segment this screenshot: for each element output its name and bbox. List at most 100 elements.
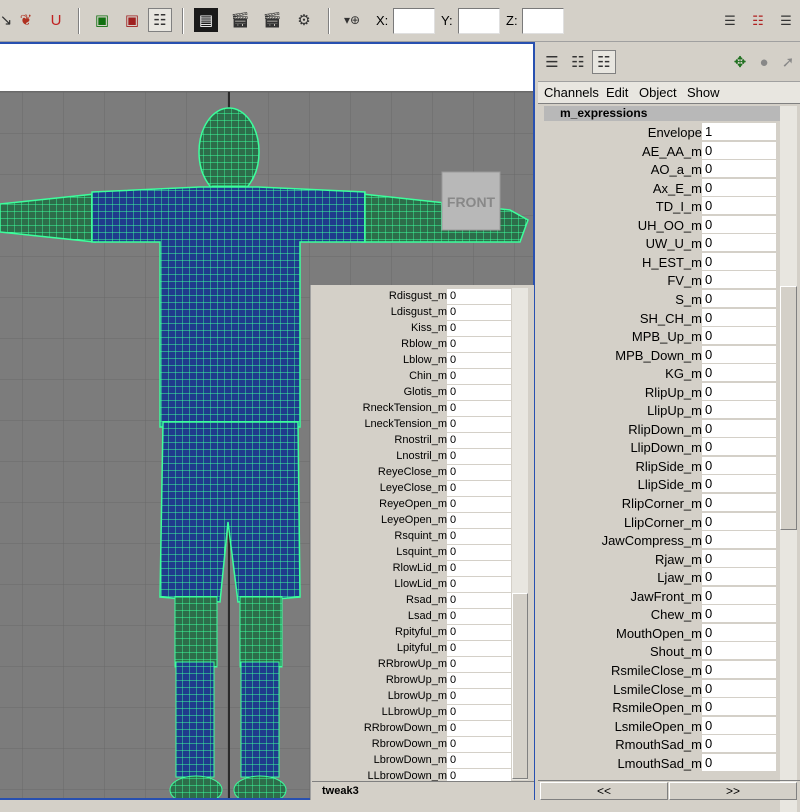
tweak-channel-row[interactable]: Lsad_m 0 <box>311 609 511 625</box>
channel-row[interactable]: TD_I_m 0 <box>538 197 778 215</box>
channel-row[interactable]: RlipSide_m 0 <box>538 456 778 475</box>
clapper-settings-icon[interactable]: ⚙ <box>292 8 316 32</box>
tweak-channel-value[interactable]: 0 <box>447 609 511 624</box>
channel-value[interactable]: 0 <box>702 568 776 586</box>
attribute-editor-icon[interactable]: ☰ <box>718 8 742 32</box>
channel-value[interactable]: 0 <box>702 679 776 697</box>
tweak-channel-value[interactable]: 0 <box>447 449 511 464</box>
channel-box-scrollbar[interactable] <box>780 106 797 812</box>
tweak-node-label[interactable]: tweak3 <box>312 781 534 800</box>
channel-value[interactable]: 0 <box>702 141 776 159</box>
tweak-channel-row[interactable]: LLbrowUp_m 0 <box>311 705 511 721</box>
tweak-channel-row[interactable]: LbrowDown_m 0 <box>311 753 511 769</box>
channel-row[interactable]: RlipDown_m 0 <box>538 419 778 438</box>
channel-value[interactable]: 0 <box>702 308 776 326</box>
channel-value[interactable]: 0 <box>702 382 776 400</box>
tweak-channel-row[interactable]: RlowLid_m 0 <box>311 561 511 577</box>
tweak-channel-row[interactable]: ReyeClose_m 0 <box>311 465 511 481</box>
channel-value[interactable]: 0 <box>702 327 776 345</box>
channel-value[interactable]: 0 <box>702 252 776 270</box>
sphere-icon[interactable]: ● <box>752 50 776 74</box>
tweak-channel-row[interactable]: ReyeOpen_m 0 <box>311 497 511 513</box>
clapper-ipr-icon[interactable]: 🎬︎ <box>228 8 252 32</box>
select-marker-icon[interactable]: ▾⊕ <box>340 8 364 32</box>
tweak-channel-value[interactable]: 0 <box>447 529 511 544</box>
channel-value[interactable]: 0 <box>702 753 776 771</box>
tweak-channel-value[interactable]: 0 <box>447 721 511 736</box>
pin-icon[interactable]: ➚ <box>776 50 800 74</box>
tweak-channel-row[interactable]: Lnostril_m 0 <box>311 449 511 465</box>
tweak-channel-row[interactable]: LlowLid_m 0 <box>311 577 511 593</box>
tweak-channel-row[interactable]: RbrowDown_m 0 <box>311 737 511 753</box>
tweak-channel-row[interactable]: Rdisgust_m 0 <box>311 289 511 305</box>
tweak-channel-value[interactable]: 0 <box>447 593 511 608</box>
tweak-channel-row[interactable]: Ldisgust_m 0 <box>311 305 511 321</box>
channel-row[interactable]: LlipSide_m 0 <box>538 475 778 493</box>
channel-row[interactable]: LsmileClose_m 0 <box>538 679 778 698</box>
tweak-channel-value[interactable]: 0 <box>447 497 511 512</box>
tweak-channel-value[interactable]: 0 <box>447 417 511 432</box>
tweak-channel-value[interactable]: 0 <box>447 465 511 480</box>
tweak-channel-row[interactable]: Lpityful_m 0 <box>311 641 511 657</box>
channel-value[interactable]: 0 <box>702 178 776 196</box>
tweak-channel-row[interactable]: Glotis_m 0 <box>311 385 511 401</box>
channel-value[interactable]: 0 <box>702 345 776 363</box>
channel-row[interactable]: MPB_Down_m 0 <box>538 345 778 364</box>
tweak-channel-row[interactable]: Kiss_m 0 <box>311 321 511 337</box>
channel-row[interactable]: LsmileOpen_m 0 <box>538 716 778 735</box>
tweak-channel-row[interactable]: Lsquint_m 0 <box>311 545 511 561</box>
channel-value[interactable]: 0 <box>702 456 776 474</box>
tweak-channel-row[interactable]: Rsquint_m 0 <box>311 529 511 545</box>
menu-object[interactable]: Object <box>639 85 677 100</box>
tweak-channel-value[interactable]: 0 <box>447 657 511 672</box>
render-settings-icon[interactable]: ☷ <box>148 8 172 32</box>
channel-row[interactable]: UH_OO_m 0 <box>538 215 778 234</box>
tweak-scrollbar[interactable] <box>512 288 528 780</box>
channel-row[interactable]: Ljaw_m 0 <box>538 568 778 586</box>
channel-row[interactable]: S_m 0 <box>538 289 778 308</box>
nav-prev-button[interactable]: << <box>540 782 668 800</box>
tweak-channel-value[interactable]: 0 <box>447 433 511 448</box>
tweak-channel-row[interactable]: LeyeClose_m 0 <box>311 481 511 497</box>
menu-channels[interactable]: Channels <box>544 85 599 100</box>
view-cube[interactable]: FRONT <box>441 171 501 231</box>
list-detail-icon[interactable]: ☷ <box>566 50 590 74</box>
y-field[interactable] <box>458 8 500 34</box>
tweak-channel-value[interactable]: 0 <box>447 289 511 304</box>
channel-value[interactable]: 0 <box>702 642 776 660</box>
tweak-channel-value[interactable]: 0 <box>447 369 511 384</box>
channel-row[interactable]: LlipUp_m 0 <box>538 401 778 419</box>
tweak-channel-value[interactable]: 0 <box>447 353 511 368</box>
channel-row[interactable]: Chew_m 0 <box>538 605 778 623</box>
tweak-channel-row[interactable]: Lblow_m 0 <box>311 353 511 369</box>
snap-magnet-icon[interactable]: U <box>44 8 68 32</box>
channel-row[interactable]: Rjaw_m 0 <box>538 549 778 568</box>
tweak-channel-row[interactable]: RRbrowUp_m 0 <box>311 657 511 673</box>
channel-box-scroll-thumb[interactable] <box>780 286 797 530</box>
channel-value[interactable]: 0 <box>702 549 776 567</box>
tweak-channel-row[interactable]: RbrowUp_m 0 <box>311 673 511 689</box>
channel-value[interactable]: 0 <box>702 494 776 511</box>
tweak-channel-value[interactable]: 0 <box>447 401 511 416</box>
channel-value[interactable]: 0 <box>702 623 776 641</box>
tweak-channel-value[interactable]: 0 <box>447 561 511 576</box>
tweak-channel-value[interactable]: 0 <box>447 641 511 656</box>
tweak-channel-value[interactable]: 0 <box>447 625 511 640</box>
channel-value[interactable]: 0 <box>702 401 776 419</box>
tweak-channel-row[interactable]: RneckTension_m 0 <box>311 401 511 417</box>
channel-row[interactable]: RmouthSad_m 0 <box>538 735 778 753</box>
channel-value[interactable]: 0 <box>702 160 776 178</box>
tweak-channel-value[interactable]: 0 <box>447 577 511 592</box>
channel-value[interactable]: 0 <box>702 289 776 307</box>
channel-value[interactable]: 0 <box>702 586 776 604</box>
channel-value[interactable]: 0 <box>702 419 776 437</box>
render-region-icon[interactable]: ▣ <box>90 8 114 32</box>
channel-row[interactable]: RsmileOpen_m 0 <box>538 698 778 716</box>
tweak-channel-row[interactable]: Rnostril_m 0 <box>311 433 511 449</box>
tweak-channel-value[interactable]: 0 <box>447 481 511 496</box>
channel-value[interactable]: 0 <box>702 364 776 382</box>
channel-row[interactable]: AO_a_m 0 <box>538 160 778 178</box>
tweak-channel-value[interactable]: 0 <box>447 545 511 560</box>
channel-value[interactable]: 0 <box>702 438 776 456</box>
channel-box-node-header[interactable]: m_expressions <box>544 106 780 121</box>
